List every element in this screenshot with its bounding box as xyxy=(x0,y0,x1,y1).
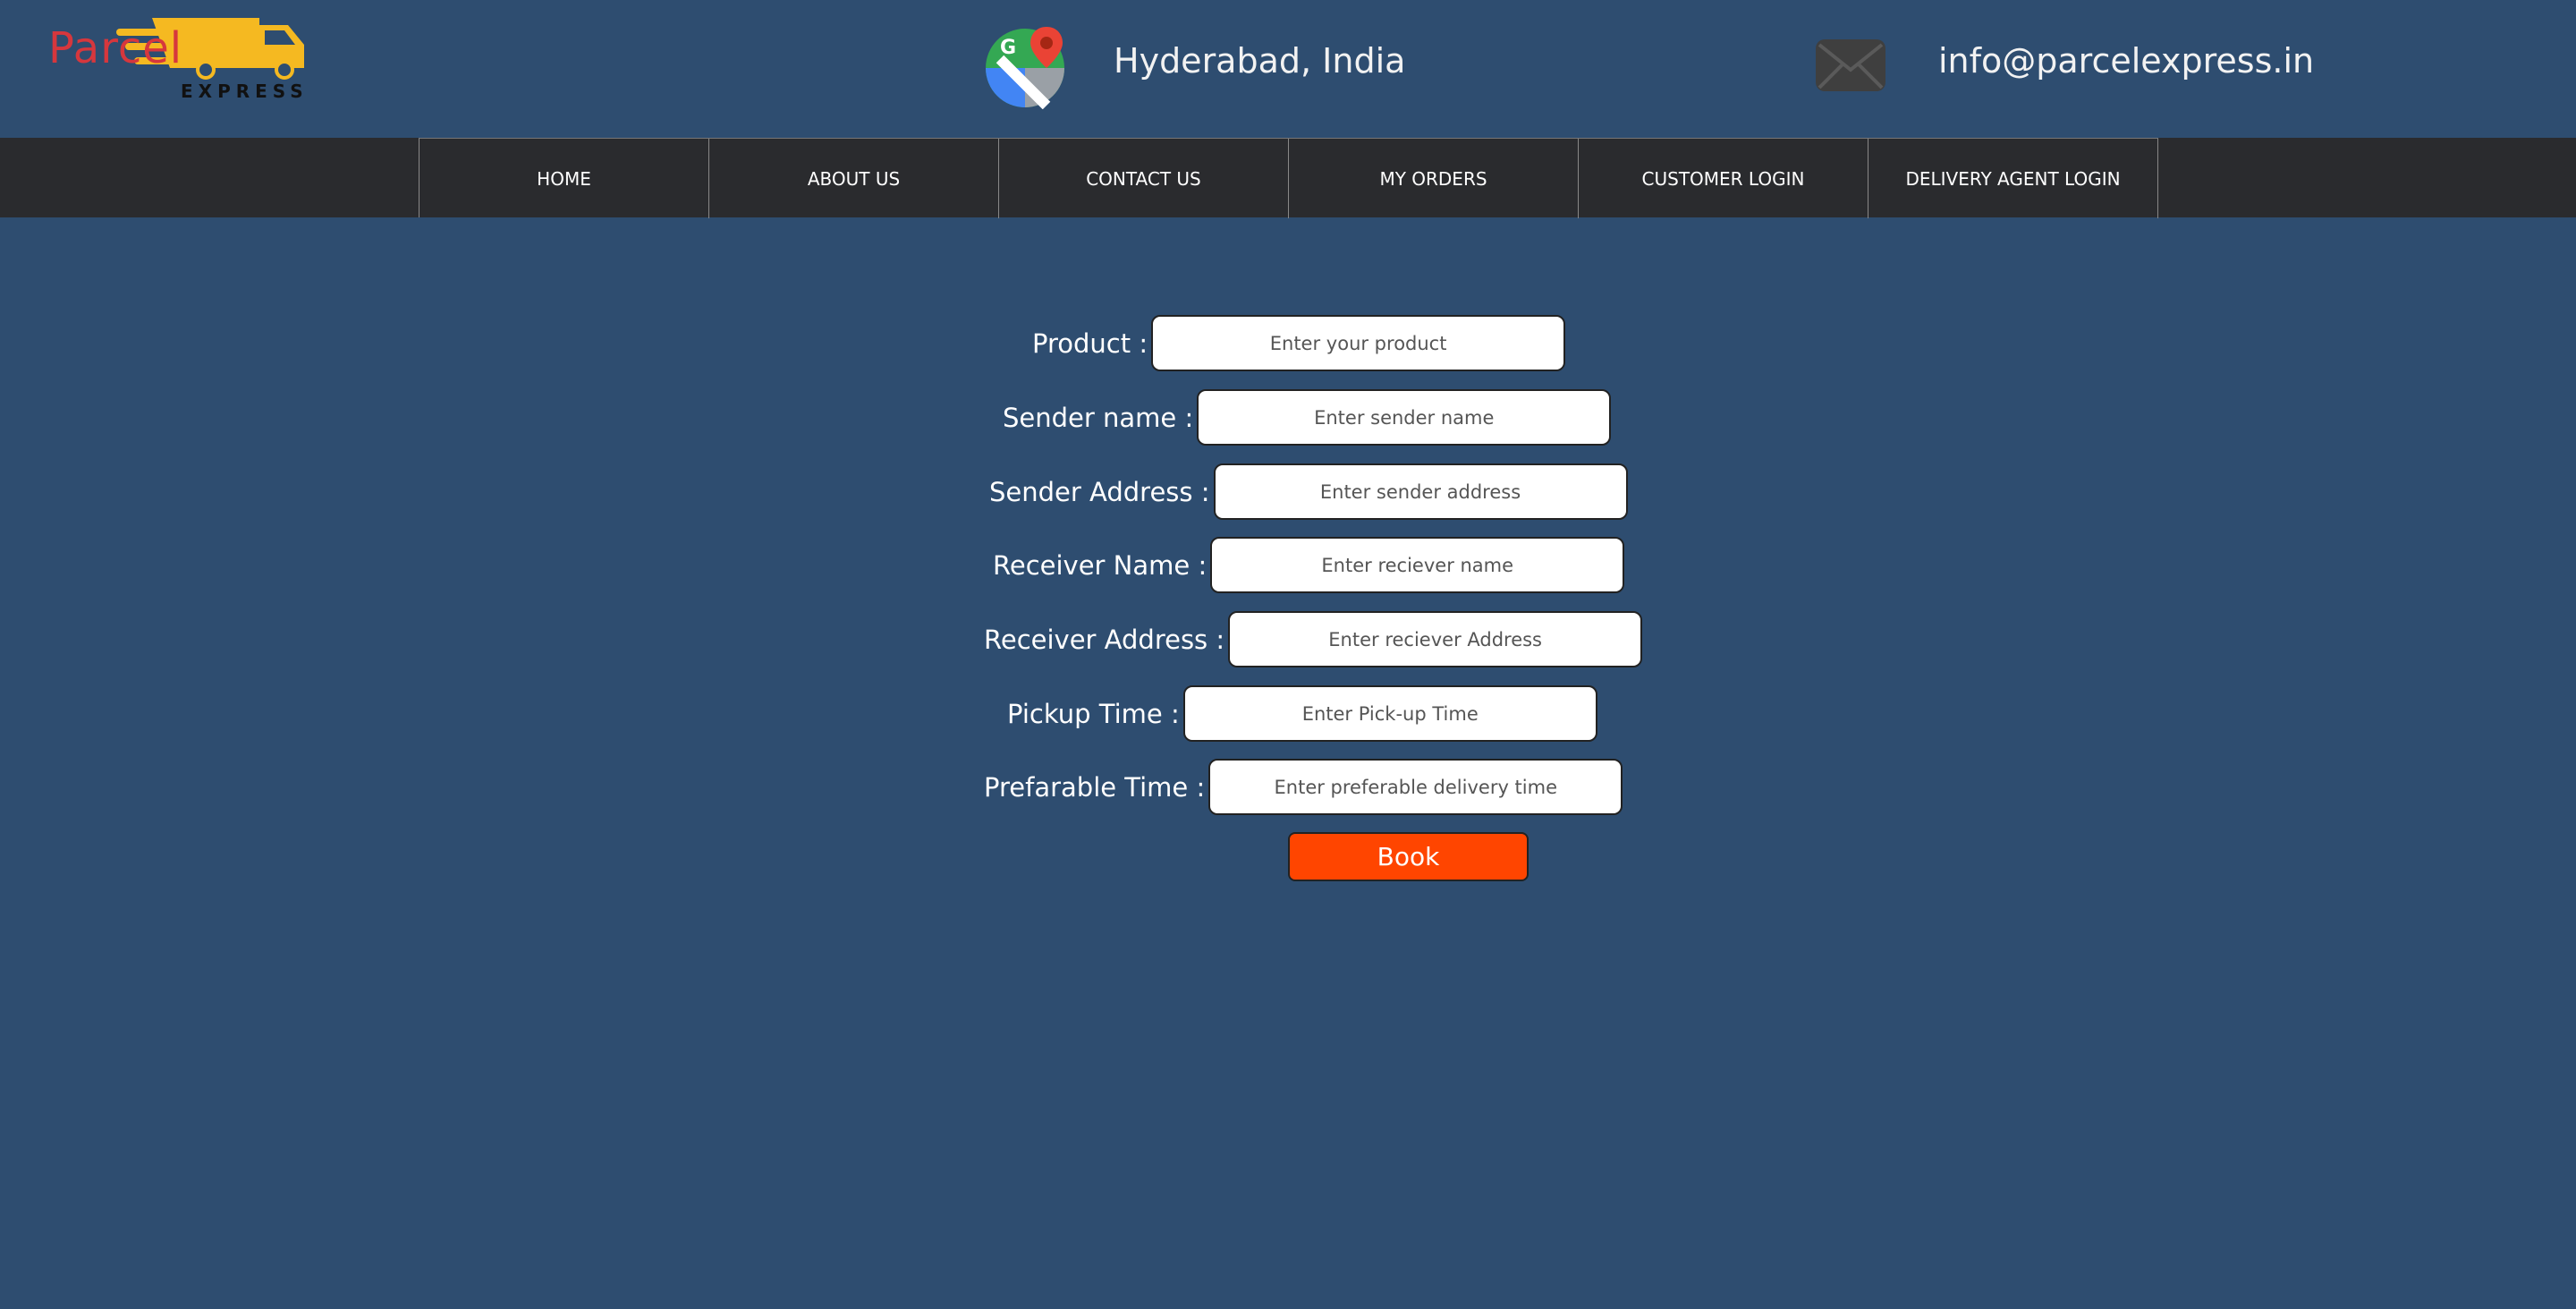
sender-address-input[interactable] xyxy=(1213,463,1628,520)
location-text: Hyderabad, India xyxy=(1114,41,1406,81)
product-label: Product : xyxy=(1032,327,1148,359)
nav-item-contact-us[interactable]: CONTACT US xyxy=(999,139,1289,218)
nav-item-delivery-agent-login[interactable]: DELIVERY AGENT LOGIN xyxy=(1868,139,2158,218)
nav-item-my-orders[interactable]: MY ORDERS xyxy=(1289,139,1579,218)
receiver-address-label: Receiver Address : xyxy=(984,624,1225,655)
preferable-time-label: Prefarable Time : xyxy=(984,771,1206,803)
receiver-name-label: Receiver Name : xyxy=(993,549,1208,581)
mail-icon xyxy=(1816,39,1885,91)
product-row: Product : xyxy=(1032,315,1566,371)
sender-name-row: Sender name : xyxy=(1003,389,1612,446)
sender-address-label: Sender Address : xyxy=(989,476,1210,507)
receiver-name-row: Receiver Name : xyxy=(993,537,1625,593)
pickup-time-input[interactable] xyxy=(1182,685,1597,742)
receiver-address-row: Receiver Address : xyxy=(984,611,1643,667)
book-button[interactable]: Book xyxy=(1288,832,1529,881)
parcel-express-logo[interactable]: Parcel EXPRESS xyxy=(45,13,331,116)
sender-name-input[interactable] xyxy=(1197,389,1612,446)
preferable-time-input[interactable] xyxy=(1208,759,1623,815)
nav-menu: HOME ABOUT US CONTACT US MY ORDERS CUSTO… xyxy=(419,138,2158,218)
nav-item-home[interactable]: HOME xyxy=(419,139,709,218)
nav-item-customer-login[interactable]: CUSTOMER LOGIN xyxy=(1579,139,1868,218)
google-maps-icon: G xyxy=(986,27,1064,109)
logo-wordmark: Parcel xyxy=(48,23,183,73)
sender-name-label: Sender name : xyxy=(1003,402,1194,433)
nav-item-about-us[interactable]: ABOUT US xyxy=(709,139,999,218)
pickup-time-label: Pickup Time : xyxy=(1007,698,1180,729)
product-input[interactable] xyxy=(1151,315,1566,371)
receiver-name-input[interactable] xyxy=(1210,537,1625,593)
logo-subtitle: EXPRESS xyxy=(181,81,309,102)
main-navigation: HOME ABOUT US CONTACT US MY ORDERS CUSTO… xyxy=(0,138,2576,218)
contact-email[interactable]: info@parcelexpress.in xyxy=(1938,41,2314,81)
svg-text:G: G xyxy=(1000,37,1016,59)
sender-address-row: Sender Address : xyxy=(989,463,1628,520)
preferable-time-row: Prefarable Time : xyxy=(984,759,1623,815)
pickup-time-row: Pickup Time : xyxy=(1007,685,1597,742)
site-header: Parcel EXPRESS G Hyderabad, India info@p… xyxy=(0,0,2576,138)
receiver-address-input[interactable] xyxy=(1228,611,1643,667)
